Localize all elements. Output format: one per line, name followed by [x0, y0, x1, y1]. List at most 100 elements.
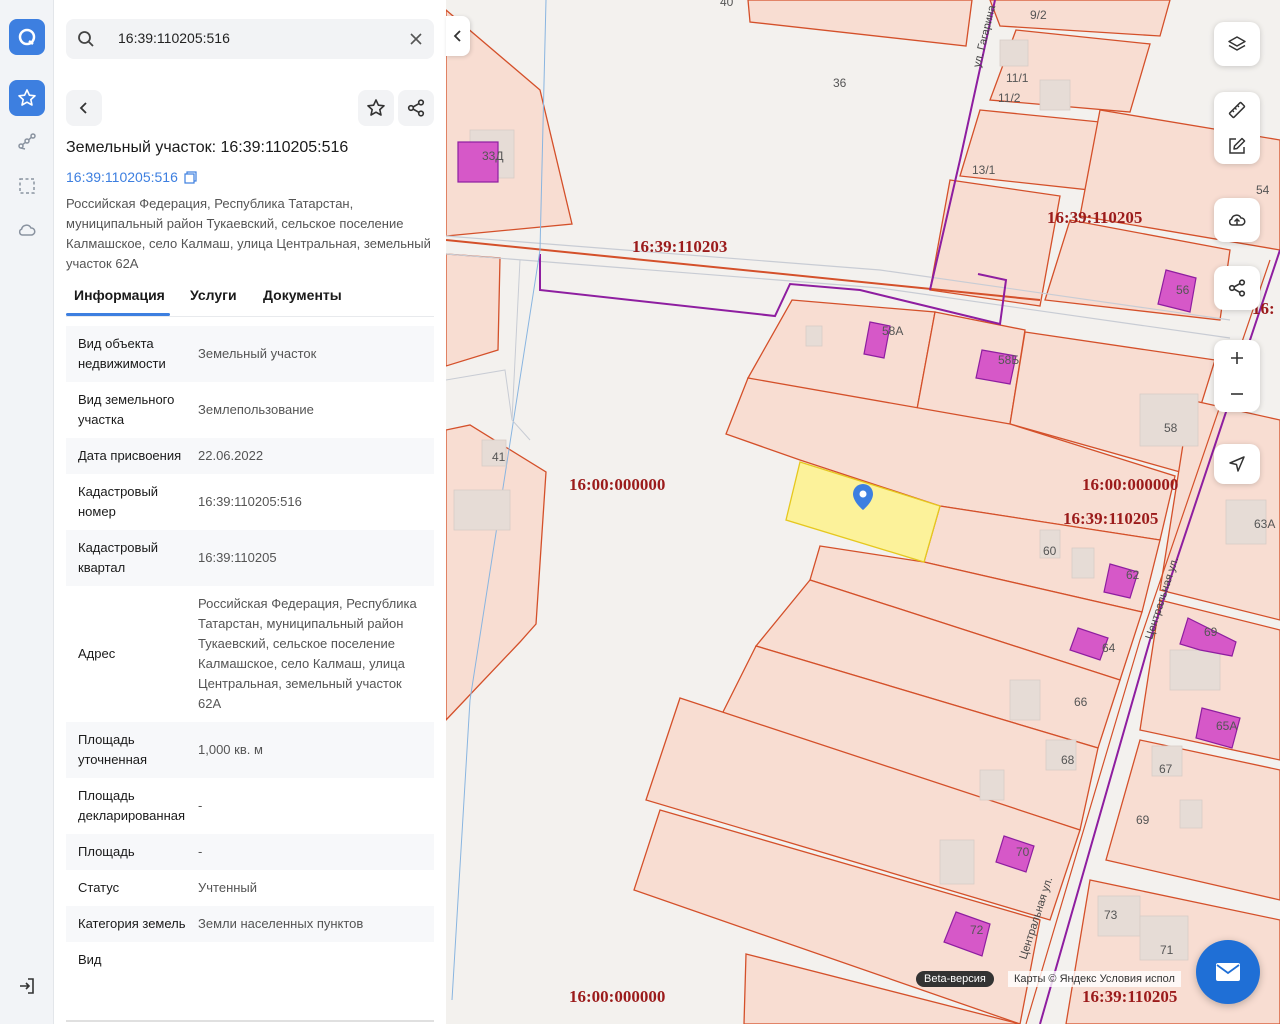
house-number: 58А [882, 324, 903, 338]
active-tab-indicator [66, 313, 170, 316]
building [979, 769, 1005, 801]
cadastral-map[interactable]: 16:39:110203 16:39:110205 16:00:000000 1… [446, 0, 1280, 1024]
building [939, 839, 975, 885]
row-key: Категория земель [78, 916, 186, 931]
feedback-button[interactable] [1196, 940, 1260, 1004]
route-icon[interactable] [9, 124, 45, 160]
house-number: 69 [1204, 625, 1218, 639]
logout-icon[interactable] [9, 968, 45, 1004]
row-key: Кадастровый квартал [78, 540, 159, 575]
parcel[interactable] [446, 424, 547, 721]
map-canvas[interactable]: 16:39:110203 16:39:110205 16:00:000000 1… [446, 0, 1280, 1024]
selection-icon[interactable] [9, 168, 45, 204]
property-table: Вид объекта недвижимости Земельный участо… [66, 326, 434, 978]
star-icon [367, 99, 385, 116]
minus-icon [1231, 393, 1243, 395]
row-key: Вид [78, 952, 102, 967]
cad-label: 16:39:110203 [632, 237, 727, 256]
building [805, 325, 823, 347]
map-attribution[interactable]: Карты © Яндекс Условия испол [1008, 971, 1181, 987]
zoom-control [1214, 340, 1260, 412]
cadastral-link[interactable]: 16:39:110205:516 [66, 169, 197, 185]
share-icon [407, 99, 425, 117]
house-number: 69 [1136, 813, 1150, 827]
row-value: 16:39:110205:516 [198, 494, 302, 509]
table-row: Адрес Российская Федерация, Республика Та… [66, 586, 434, 722]
house-number: 63А [1254, 517, 1275, 531]
tab-information[interactable]: Информация [74, 287, 165, 303]
row-value: Земельный участок [198, 346, 317, 361]
building [1071, 547, 1095, 579]
parcel[interactable] [747, 0, 973, 47]
chevron-left-icon [79, 102, 87, 114]
row-value: Землепользование [198, 402, 314, 417]
tab-bar: Информация Услуги Документы [66, 283, 434, 317]
row-key: Кадастровый номер [78, 484, 159, 519]
row-value: 22.06.2022 [198, 448, 264, 463]
zoom-out-button[interactable] [1214, 376, 1260, 412]
geolocation-control [1214, 444, 1260, 484]
house-number: 62 [1126, 568, 1140, 582]
measure-tools [1214, 92, 1260, 164]
building [1039, 79, 1071, 111]
row-value: Земли населенных пунктов [198, 916, 364, 931]
cad-label: 16:00:000000 [569, 987, 665, 1006]
cloud-icon[interactable] [9, 212, 45, 248]
tab-documents[interactable]: Документы [263, 287, 342, 303]
chevron-left-icon [453, 30, 461, 42]
table-row: Вид [66, 942, 434, 978]
beta-badge: Beta-версия [916, 971, 994, 987]
edit-icon [1229, 137, 1246, 154]
logo-icon[interactable] [9, 19, 45, 55]
house-number: 67 [1159, 762, 1173, 776]
house-number: 60 [1043, 544, 1057, 558]
upload-button[interactable] [1214, 198, 1260, 242]
geolocation-button[interactable] [1214, 444, 1260, 484]
close-icon[interactable] [408, 31, 424, 47]
cad-label: 16:39:110205 [1082, 987, 1177, 1006]
cadastral-link-text[interactable]: 16:39:110205:516 [66, 169, 178, 185]
house-number: 65А [1216, 719, 1237, 733]
row-key: Площадь уточненная [78, 732, 148, 767]
building [1169, 649, 1221, 691]
house-number: 71 [1160, 943, 1174, 957]
building [1179, 799, 1203, 829]
house-number: 40 [720, 0, 734, 9]
back-button[interactable] [66, 90, 102, 126]
row-key: Площадь [78, 844, 135, 859]
row-key: Площадь декларированная [78, 788, 186, 823]
tab-services[interactable]: Услуги [190, 287, 237, 303]
row-value: Учтенный [198, 880, 258, 895]
layers-control[interactable] [1214, 22, 1260, 66]
table-row: Вид земельного участка Землепользование [66, 382, 434, 438]
edit-button[interactable] [1214, 128, 1260, 164]
building [999, 39, 1029, 67]
house-number: 33Д [482, 149, 503, 163]
row-key: Статус [78, 880, 120, 895]
house-number: 64 [1102, 641, 1116, 655]
house-number: 56 [1176, 283, 1190, 297]
map-share-button[interactable] [1214, 266, 1260, 310]
info-panel: 16:39:110205:516 Земельный участок: 16:3… [54, 0, 446, 1024]
ruler-button[interactable] [1214, 92, 1260, 128]
table-row: Кадастровый квартал 16:39:110205 [66, 530, 434, 586]
search-icon [78, 31, 94, 47]
parcel[interactable] [929, 179, 1061, 307]
row-value: - [198, 844, 203, 859]
search-bar[interactable]: 16:39:110205:516 [66, 19, 434, 59]
favorite-button[interactable] [358, 90, 394, 126]
share-icon [1228, 279, 1246, 297]
building [1139, 393, 1199, 447]
zoom-in-button[interactable] [1214, 340, 1260, 376]
search-input[interactable]: 16:39:110205:516 [118, 30, 230, 46]
share-button[interactable] [398, 90, 434, 126]
layers-button[interactable] [1214, 22, 1260, 66]
copy-icon[interactable] [184, 170, 197, 184]
icon-rail [0, 0, 54, 1024]
row-value: Российская Федерация, Республика Татарст… [198, 596, 417, 711]
parcel[interactable] [446, 253, 501, 367]
collapse-panel-button[interactable] [446, 16, 470, 56]
table-row: Статус Учтенный [66, 870, 434, 906]
favorites-star-icon[interactable] [9, 80, 45, 116]
table-row: Вид объекта недвижимости Земельный участо… [66, 326, 434, 382]
